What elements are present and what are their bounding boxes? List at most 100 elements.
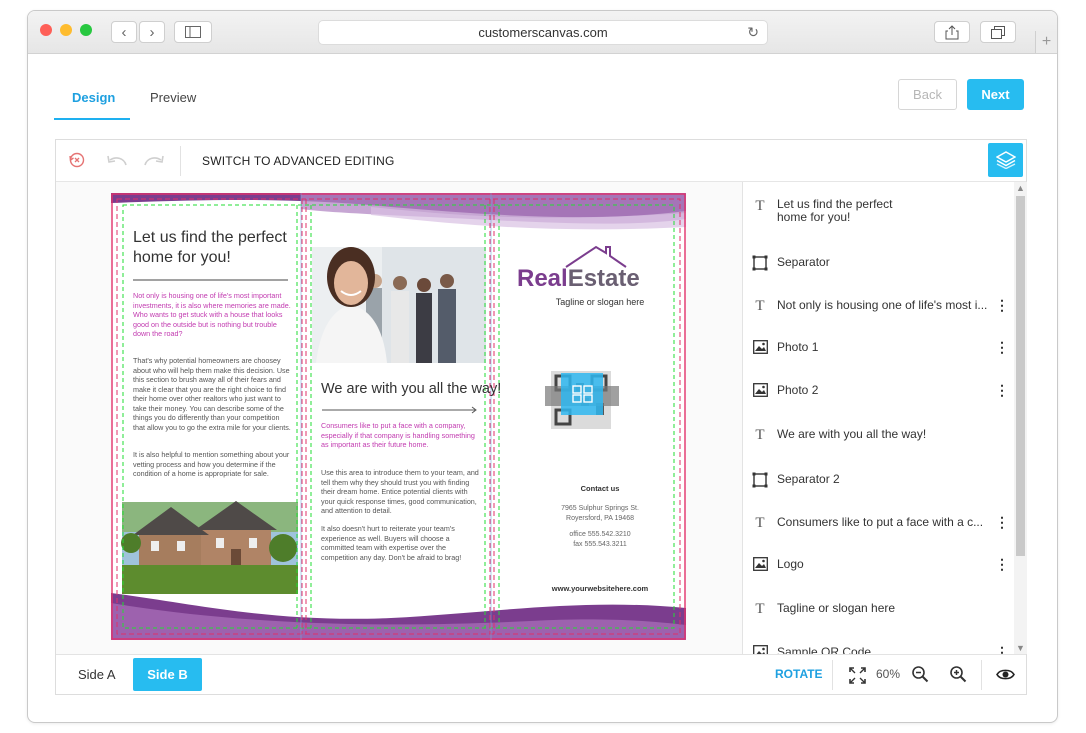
layer-item[interactable]: Separator [751, 255, 830, 271]
layers-button[interactable] [988, 143, 1023, 177]
sidebar-toggle-button[interactable] [174, 21, 212, 43]
layer-item[interactable]: T Tagline or slogan here [751, 601, 895, 618]
editor-toolbar: SWITCH TO ADVANCED EDITING [56, 140, 1026, 182]
left-body-text-2[interactable]: It is also helpful to mention something … [133, 450, 291, 479]
redo-icon[interactable] [143, 153, 165, 167]
new-tab-button[interactable]: + [1035, 31, 1057, 53]
layer-label: Tagline or slogan here [777, 601, 896, 615]
undo-icon[interactable] [106, 153, 128, 167]
eye-icon[interactable] [996, 668, 1015, 681]
plus-icon: + [1041, 33, 1052, 50]
next-button[interactable]: Next [967, 79, 1024, 110]
middle-body-text-2[interactable]: It also doesn't hurt to reiterate your t… [321, 524, 479, 562]
layer-item[interactable]: Logo [751, 557, 804, 571]
side-b-button[interactable]: Side B [133, 658, 202, 691]
maximize-window-button[interactable] [80, 24, 92, 36]
text-icon: T [755, 427, 765, 443]
contact-title[interactable]: Contact us [501, 484, 686, 493]
text-icon: T [755, 601, 765, 617]
tabs-button[interactable] [980, 21, 1016, 43]
address-bar[interactable]: customerscanvas.com ↻ [318, 20, 768, 45]
zoom-out-icon[interactable] [911, 665, 929, 683]
logo-estate: Estate [567, 265, 640, 292]
share-icon [945, 24, 959, 39]
layer-item[interactable]: T Consumers like to put a face with a c.… [751, 515, 1011, 532]
switch-advanced-editing-button[interactable]: SWITCH TO ADVANCED EDITING [202, 154, 395, 168]
chevron-right-icon: › [149, 23, 155, 41]
brochure-page[interactable]: Let us find the perfect home for you! No… [111, 193, 686, 640]
left-heading[interactable]: Let us find the perfect home for you! [133, 228, 298, 268]
minimize-window-button[interactable] [60, 24, 72, 36]
layer-item[interactable]: Photo 2 [751, 383, 818, 397]
layer-item[interactable]: T Not only is housing one of life's most… [751, 298, 1011, 315]
bottom-divider [981, 660, 982, 690]
fit-screen-icon[interactable] [849, 667, 866, 684]
layer-label: Consumers like to put a face with a c... [777, 515, 984, 529]
middle-intro-text[interactable]: Consumers like to put a face with a comp… [321, 421, 479, 450]
bottom-divider [832, 660, 833, 690]
reload-icon[interactable]: ↻ [747, 24, 759, 41]
left-heading-line-1: Let us find the perfect [133, 229, 287, 246]
active-tab-indicator [54, 118, 130, 120]
text-icon: T [755, 515, 765, 531]
text-icon: T [755, 198, 765, 214]
middle-heading[interactable]: We are with you all the way! [321, 381, 501, 397]
back-nav-button[interactable]: ‹ [111, 21, 137, 43]
scroll-thumb[interactable] [1016, 196, 1025, 556]
image-icon [751, 340, 769, 354]
layer-menu-icon[interactable]: ⋮ [995, 514, 1009, 531]
scroll-up-icon[interactable]: ▲ [1016, 183, 1025, 193]
image-icon [751, 383, 769, 397]
contact-address[interactable]: 7965 Sulphur Springs St. Royersford, PA … [501, 504, 686, 549]
layer-label: Separator 2 [777, 472, 840, 486]
close-window-button[interactable] [40, 24, 52, 36]
revert-icon[interactable] [67, 150, 87, 170]
qr-code[interactable] [545, 371, 619, 429]
layer-item[interactable]: T We are with you all the way! [751, 427, 926, 444]
tabs-icon [991, 25, 1005, 39]
editor: SWITCH TO ADVANCED EDITING Let us find t… [55, 139, 1027, 695]
url-text: customerscanvas.com [478, 25, 608, 40]
layers-scrollbar[interactable]: ▲ ▼ [1014, 182, 1027, 654]
office-phone: office 555.542.3210 [569, 531, 631, 538]
logo[interactable]: RealEstate [517, 265, 640, 293]
forward-nav-button[interactable]: › [139, 21, 165, 43]
design-canvas[interactable]: Let us find the perfect home for you! No… [56, 182, 742, 654]
layer-label: We are with you all the way! [777, 427, 927, 441]
layer-label: Photo 1 [777, 340, 819, 354]
layer-item[interactable]: Photo 1 [751, 340, 818, 354]
layer-menu-icon[interactable]: ⋮ [995, 382, 1009, 399]
share-button[interactable] [934, 21, 970, 43]
back-button[interactable]: Back [898, 79, 957, 110]
team-photo[interactable] [312, 247, 486, 363]
layers-panel: T Let us find the perfect home for you! … [742, 182, 1027, 654]
layer-item[interactable]: Sample QR Code [751, 645, 871, 654]
website-text[interactable]: www.yourwebsitehere.com [501, 584, 686, 593]
side-a-button[interactable]: Side A [78, 667, 116, 682]
browser-titlebar: ‹ › customerscanvas.com ↻ + [28, 11, 1057, 54]
tab-design[interactable]: Design [72, 90, 115, 105]
layer-menu-icon[interactable]: ⋮ [995, 297, 1009, 314]
zoom-in-icon[interactable] [949, 665, 967, 683]
fax-number: fax 555.543.3211 [573, 540, 627, 548]
zoom-level: 60% [876, 667, 901, 681]
left-body-text[interactable]: That's why potential homeowners are choo… [133, 356, 291, 432]
layer-item[interactable]: Separator 2 [751, 472, 840, 488]
left-intro-text[interactable]: Not only is housing one of life's most i… [133, 291, 291, 339]
rotate-button[interactable]: ROTATE [775, 667, 823, 681]
address-line-2: Royersford, PA 19468 [566, 514, 634, 522]
layer-menu-icon[interactable]: ⋮ [995, 339, 1009, 356]
layer-menu-icon[interactable]: ⋮ [995, 556, 1009, 573]
image-icon [751, 557, 769, 571]
house-photo[interactable] [121, 501, 298, 594]
scroll-down-icon[interactable]: ▼ [1016, 643, 1025, 653]
tab-preview[interactable]: Preview [150, 90, 196, 105]
middle-body-text[interactable]: Use this area to introduce them to your … [321, 468, 479, 516]
shape-icon [751, 472, 769, 488]
sidebar-icon [185, 26, 201, 38]
layer-label: Logo [777, 557, 804, 571]
layer-menu-icon[interactable]: ⋮ [995, 644, 1009, 654]
tagline-text[interactable]: Tagline or slogan here [501, 297, 686, 307]
layer-item[interactable]: T Let us find the perfect home for you! [751, 198, 892, 224]
layer-label: Let us find the perfect home for you! [777, 197, 893, 224]
